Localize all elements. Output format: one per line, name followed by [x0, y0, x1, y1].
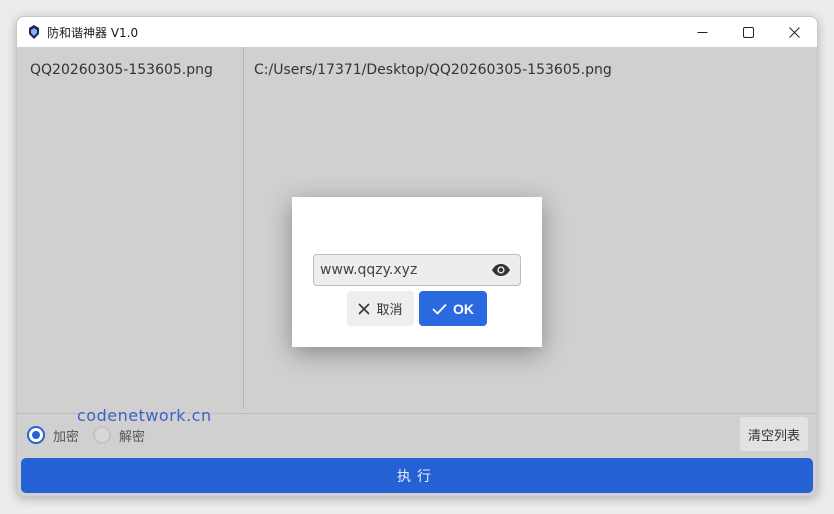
ok-button[interactable]: OK [419, 291, 487, 326]
list-item-file-name[interactable]: QQ20260305-153605.png [30, 62, 213, 78]
maximize-icon [742, 26, 754, 38]
encrypt-radio[interactable] [27, 426, 45, 444]
password-dialog: www.qqzy.xyz 取消 OK [292, 197, 542, 347]
clear-list-button[interactable]: 清空列表 [740, 417, 808, 451]
file-name-list[interactable]: QQ20260305-153605.png [17, 47, 244, 409]
close-button[interactable] [771, 17, 817, 47]
app-icon [27, 25, 41, 39]
list-item-file-path[interactable]: C:/Users/17371/Desktop/QQ20260305-153605… [254, 62, 612, 78]
close-icon [788, 26, 800, 38]
minimize-icon [697, 31, 707, 33]
title-bar[interactable]: 防和谐神器 V1.0 [17, 17, 817, 47]
ok-button-label: OK [453, 300, 474, 317]
cancel-button[interactable]: 取消 [347, 291, 414, 326]
minimize-button[interactable] [679, 17, 725, 47]
watermark-text: codenetwork.cn [77, 406, 212, 425]
window-title: 防和谐神器 V1.0 [47, 25, 139, 40]
encrypt-radio-label[interactable]: 加密 [53, 426, 79, 445]
check-icon [432, 303, 447, 315]
eye-icon [492, 264, 510, 276]
decrypt-radio[interactable] [93, 426, 112, 444]
show-password-button[interactable] [491, 262, 513, 278]
close-icon [358, 302, 371, 315]
password-field[interactable]: www.qqzy.xyz [313, 254, 521, 286]
decrypt-radio-label[interactable]: 解密 [119, 426, 145, 445]
mode-radio-group: 加密 解密 [27, 425, 159, 445]
cancel-button-label: 取消 [376, 303, 403, 318]
password-input[interactable]: www.qqzy.xyz [320, 262, 491, 278]
execute-button[interactable]: 执行 [21, 458, 813, 493]
maximize-button[interactable] [725, 17, 771, 47]
